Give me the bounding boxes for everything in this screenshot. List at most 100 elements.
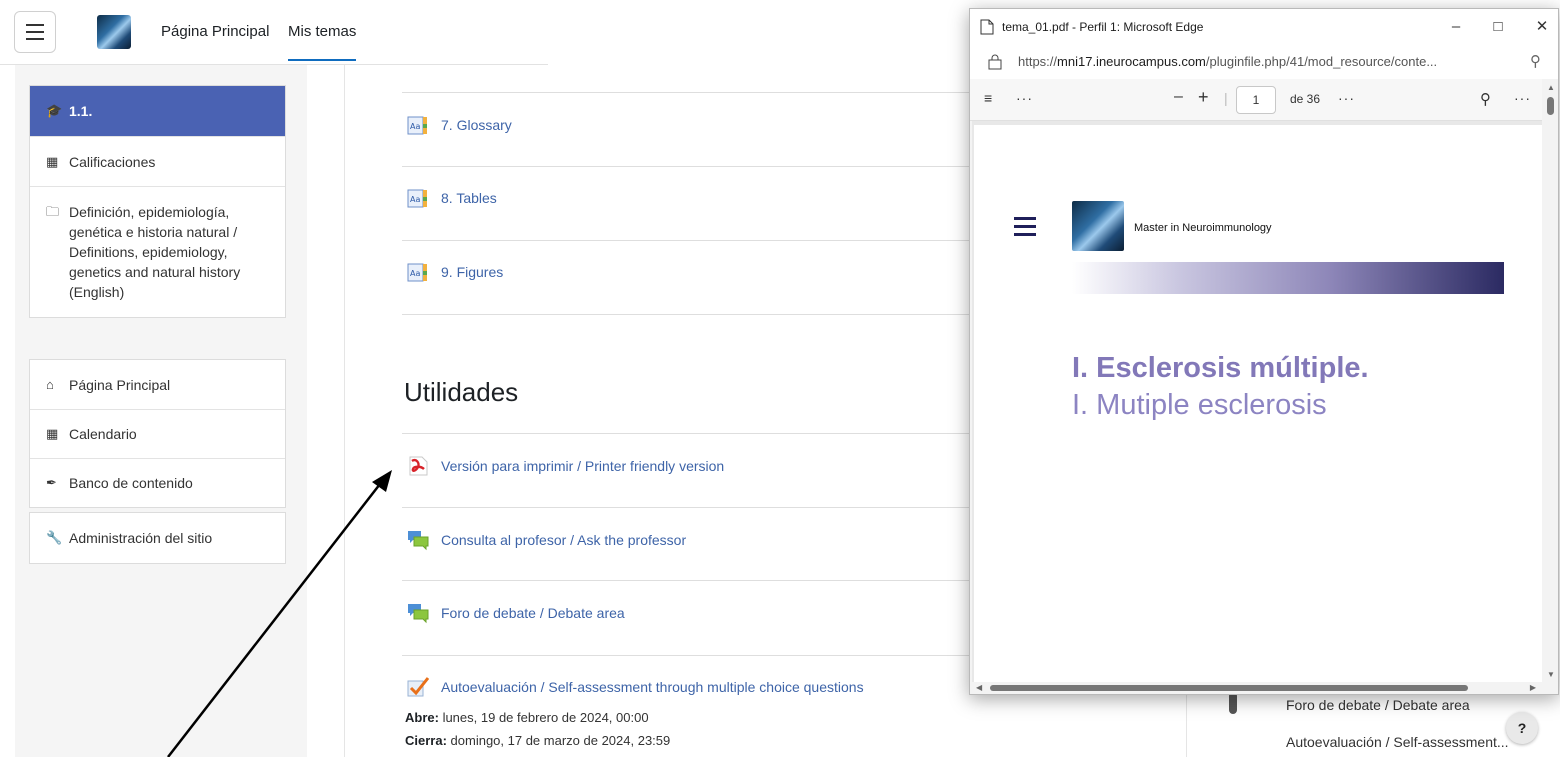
drawer-item-content-bank[interactable]: ✒ Banco de contenido (30, 458, 285, 507)
table-of-contents-icon[interactable]: ≡ (984, 90, 992, 106)
activity-figures[interactable]: Aa 9. Figures (407, 261, 503, 283)
quiz-close-date: Cierra: domingo, 17 de marzo de 2024, 23… (405, 733, 670, 748)
activity-tables[interactable]: Aa 8. Tables (407, 187, 497, 209)
url-path: /pluginfile.php/41/mod_resource/conte... (1205, 54, 1438, 69)
activity-debate-forum[interactable]: Foro de debate / Debate area (407, 602, 625, 624)
drawer-item-label: Calificaciones (69, 153, 156, 170)
drawer-item-grades[interactable]: ▦ Calificaciones (30, 136, 285, 186)
page-total: de 36 (1290, 92, 1321, 106)
index-scrollbar[interactable] (1229, 692, 1237, 714)
url-text[interactable]: https://mni17.ineurocampus.com/pluginfil… (1018, 54, 1437, 69)
table-icon: ▦ (46, 153, 59, 169)
toolbar-separator: | (1224, 90, 1228, 106)
course-drawer: 🎓 1.1. ▦ Calificaciones 🗀 Definición, ep… (15, 65, 307, 757)
row-divider (402, 240, 982, 241)
zoom-icon[interactable]: ⚲ (1530, 52, 1541, 70)
index-item-debate[interactable]: Foro de debate / Debate area (1286, 697, 1470, 713)
glossary-icon: Aa (407, 116, 427, 135)
home-icon: ⌂ (46, 376, 54, 392)
help-button[interactable]: ? (1506, 712, 1538, 744)
drawer-item-course[interactable]: 🎓 1.1. (30, 86, 285, 136)
pdf-gradient-bar (1072, 262, 1504, 294)
scroll-left-icon[interactable]: ◀ (976, 683, 982, 692)
drawer-item-home[interactable]: ⌂ Página Principal (30, 360, 285, 409)
quiz-open-date: Abre: lunes, 19 de febrero de 2024, 00:0… (405, 710, 649, 725)
site-logo[interactable] (97, 15, 131, 49)
horizontal-scrollbar[interactable]: ◀ ▶ (970, 682, 1558, 694)
activity-ask-professor[interactable]: Consulta al profesor / Ask the professor (407, 529, 686, 551)
glossary-icon: Aa (407, 263, 427, 282)
row-divider (402, 166, 982, 167)
zoom-in-button[interactable]: + (1198, 87, 1209, 108)
scroll-up-icon[interactable]: ▲ (1547, 83, 1555, 92)
lock-icon (988, 54, 1002, 70)
pdf-title: I. Esclerosis múltiple. (1072, 352, 1369, 384)
pdf-viewport[interactable]: Master in Neuroimmunology I. Esclerosis … (972, 121, 1542, 685)
scroll-down-icon[interactable]: ▼ (1547, 670, 1555, 679)
maximize-button[interactable]: □ (1478, 15, 1518, 39)
row-divider (402, 433, 982, 434)
course-nav-card: 🎓 1.1. ▦ Calificaciones 🗀 Definición, ep… (29, 85, 286, 318)
url-prefix: https:// (1018, 54, 1058, 69)
row-divider (402, 580, 982, 581)
drawer-item-site-admin[interactable]: 🔧 Administración del sitio (30, 513, 285, 563)
forum-icon (408, 531, 429, 551)
close-button[interactable]: ✕ (1522, 15, 1560, 39)
content-divider (344, 65, 345, 757)
row-divider (402, 507, 982, 508)
search-icon[interactable]: ⚲ (1480, 90, 1491, 108)
vertical-scroll-thumb[interactable] (1547, 97, 1554, 115)
menu-icon (1014, 217, 1036, 241)
activity-link[interactable]: Autoevaluación / Self-assessment through… (441, 679, 864, 695)
more-icon[interactable]: ··· (1338, 90, 1355, 106)
nav-home-link[interactable]: Página Principal (161, 23, 269, 40)
vertical-scrollbar[interactable]: ▲ ▼ (1542, 79, 1558, 685)
activity-link[interactable]: Foro de debate / Debate area (441, 605, 625, 621)
nav-my-courses-link[interactable]: Mis temas (288, 23, 357, 61)
top-navbar: Página Principal Mis temas (0, 0, 548, 65)
svg-text:Aa: Aa (410, 195, 420, 204)
drawer-item-section[interactable]: 🗀 Definición, epidemiología, genética e … (30, 186, 285, 317)
drawer-item-calendar[interactable]: ▦ Calendario (30, 409, 285, 458)
drawer-item-label: Calendario (69, 426, 137, 442)
drawer-item-label: Banco de contenido (69, 475, 193, 491)
zoom-out-button[interactable]: – (1174, 88, 1183, 106)
more-icon[interactable]: ··· (1514, 90, 1531, 106)
calendar-icon: ▦ (46, 426, 59, 441)
activity-link[interactable]: 7. Glossary (441, 117, 512, 133)
row-divider (402, 92, 982, 93)
menu-toggle-button[interactable] (14, 11, 56, 53)
more-icon[interactable]: ··· (1016, 90, 1033, 106)
activity-printer-version[interactable]: Versión para imprimir / Printer friendly… (407, 455, 724, 477)
window-title: tema_01.pdf - Perfil 1: Microsoft Edge (1002, 20, 1204, 34)
section-title: Utilidades (404, 377, 519, 407)
activity-link[interactable]: Consulta al profesor / Ask the professor (441, 532, 686, 548)
glossary-icon: Aa (407, 189, 427, 208)
index-item-self-assessment[interactable]: Autoevaluación / Self-assessment... (1286, 734, 1509, 750)
activity-link[interactable]: 9. Figures (441, 264, 503, 280)
url-host: mni17.ineurocampus.com (1057, 54, 1206, 69)
page-number-input[interactable]: 1 (1236, 86, 1276, 114)
edge-pdf-window: tema_01.pdf - Perfil 1: Microsoft Edge –… (969, 8, 1559, 695)
document-icon (980, 19, 994, 35)
window-titlebar[interactable]: tema_01.pdf - Perfil 1: Microsoft Edge –… (970, 9, 1558, 45)
row-divider (402, 314, 982, 315)
svg-text:Aa: Aa (410, 269, 420, 278)
activity-link[interactable]: 8. Tables (441, 190, 497, 206)
activity-link[interactable]: Versión para imprimir / Printer friendly… (441, 458, 724, 474)
address-bar[interactable]: https://mni17.ineurocampus.com/pluginfil… (970, 45, 1558, 79)
graduation-cap-icon: 🎓 (46, 103, 63, 118)
pdf-brand: Master in Neuroimmunology (1134, 222, 1272, 234)
close-date-value: domingo, 17 de marzo de 2024, 23:59 (446, 733, 671, 748)
quiz-icon (407, 677, 429, 697)
activity-self-assessment[interactable]: Autoevaluación / Self-assessment through… (407, 676, 864, 698)
minimize-button[interactable]: – (1436, 15, 1476, 39)
scroll-right-icon[interactable]: ▶ (1530, 683, 1536, 692)
svg-text:Aa: Aa (410, 122, 420, 131)
open-date-value: lunes, 19 de febrero de 2024, 00:00 (438, 710, 649, 725)
pdf-page: Master in Neuroimmunology I. Esclerosis … (974, 125, 1542, 685)
site-nav-card: ⌂ Página Principal ▦ Calendario ✒ Banco … (29, 359, 286, 508)
pdf-subtitle: I. Mutiple esclerosis (1072, 389, 1327, 421)
activity-glossary[interactable]: Aa 7. Glossary (407, 114, 512, 136)
horizontal-scroll-thumb[interactable] (990, 685, 1468, 691)
